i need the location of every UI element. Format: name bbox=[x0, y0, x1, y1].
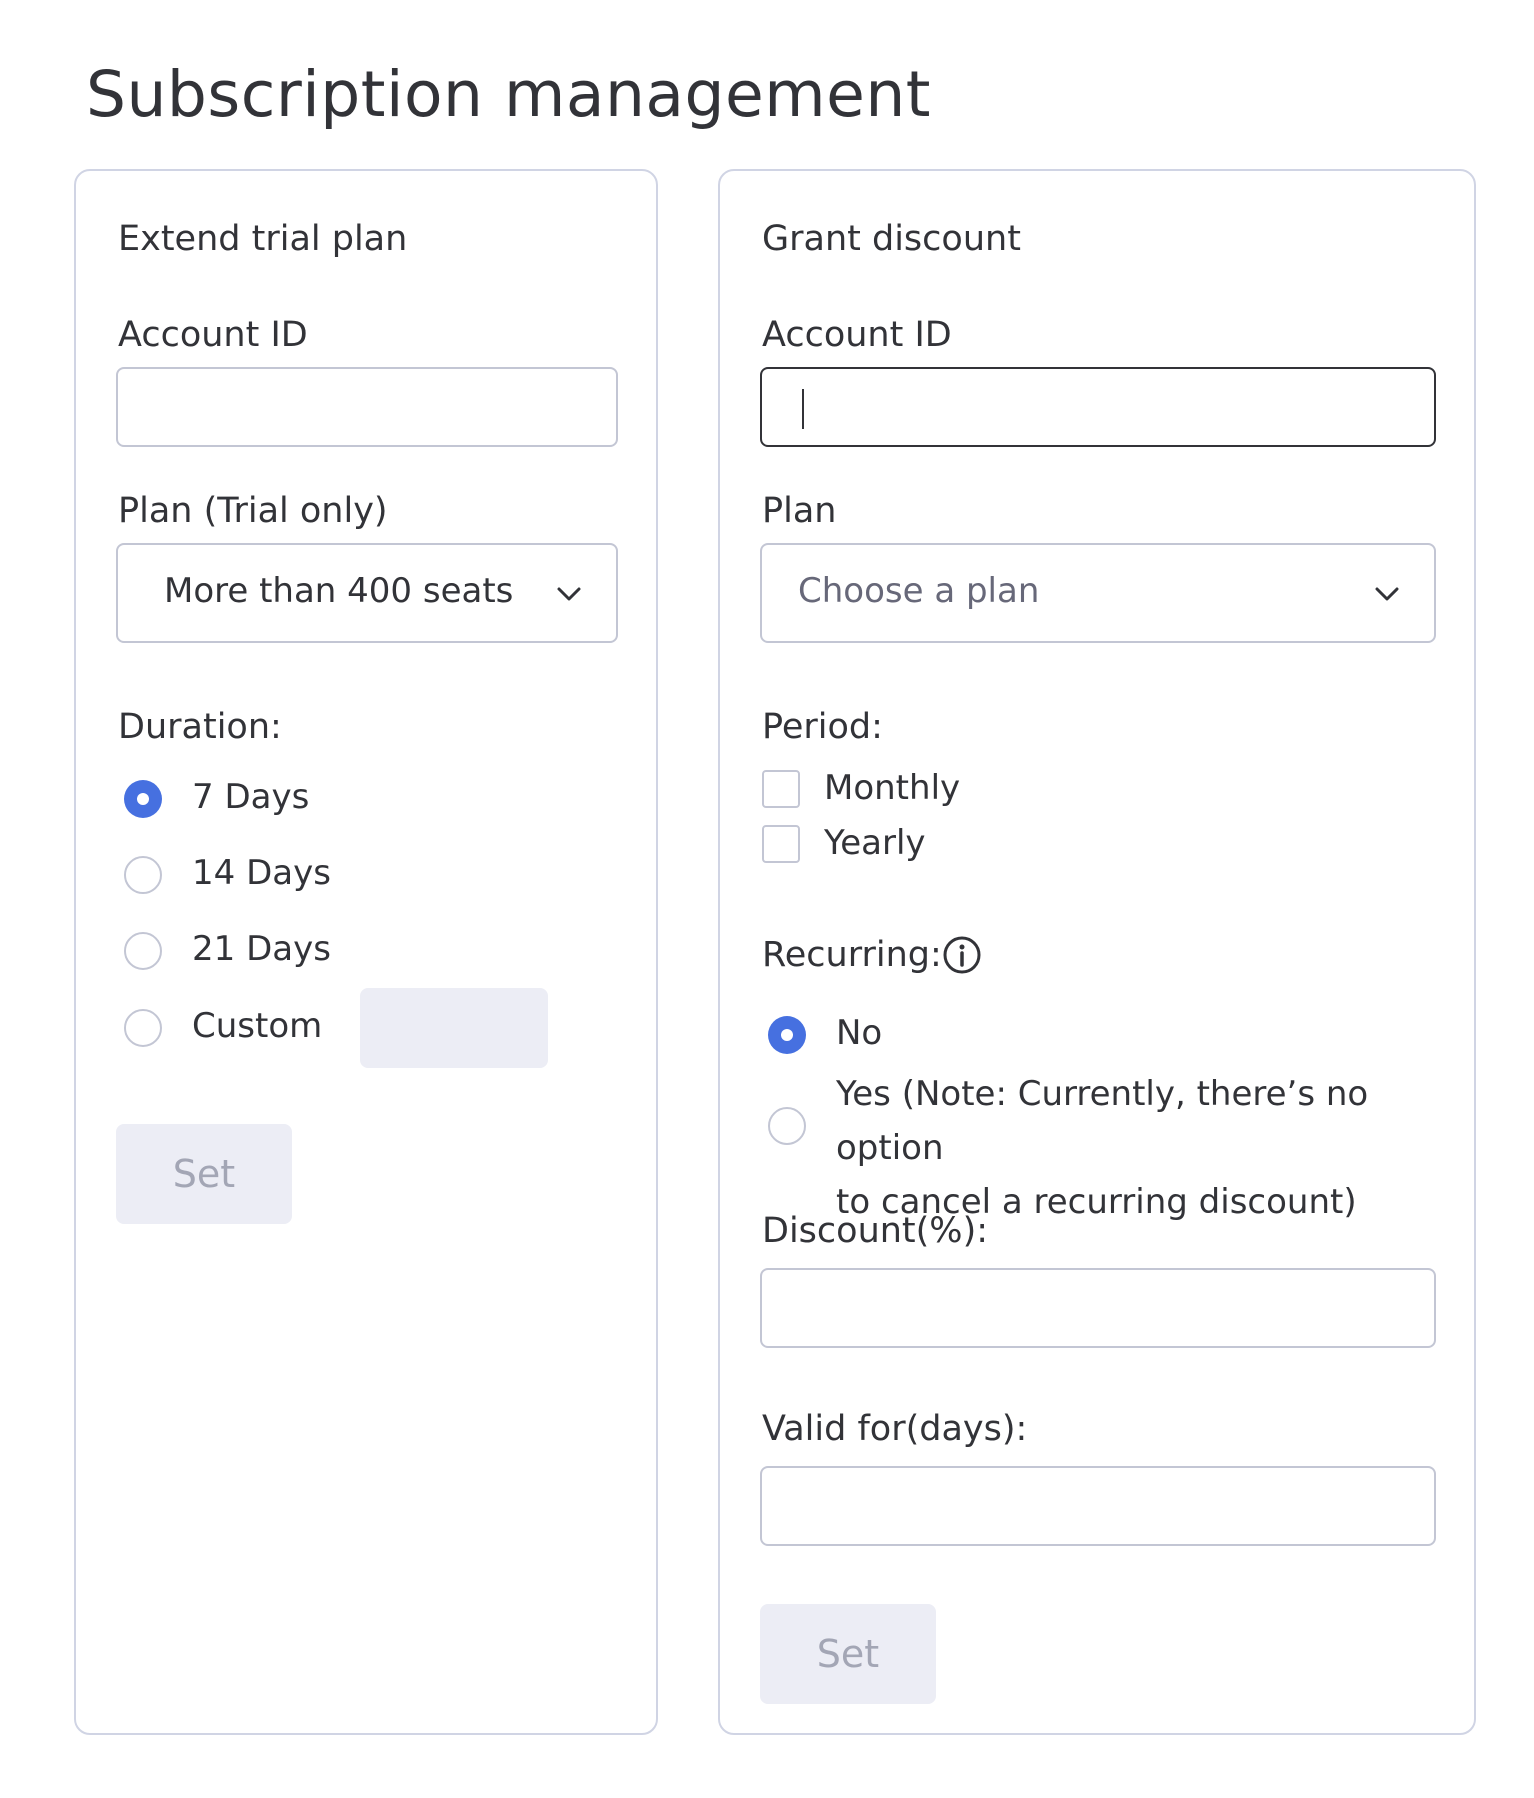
chevron-down-icon bbox=[1375, 587, 1399, 601]
discount-account-id-label: Account ID bbox=[762, 315, 952, 355]
duration-label: Duration: bbox=[118, 707, 282, 747]
valid-for-label: Valid for(days): bbox=[762, 1409, 1028, 1449]
trial-plan-selected-value: More than 400 seats - Yearly bbox=[164, 571, 524, 611]
trial-plan-label: Plan (Trial only) bbox=[118, 491, 388, 531]
radio-custom[interactable] bbox=[124, 1009, 162, 1047]
custom-days-input[interactable] bbox=[360, 988, 548, 1068]
radio-7-days[interactable] bbox=[124, 780, 162, 818]
page-title: Subscription management bbox=[86, 58, 931, 131]
trial-plan-select[interactable]: More than 400 seats - Yearly bbox=[116, 543, 618, 643]
radio-custom-label: Custom bbox=[192, 1006, 323, 1046]
discount-percent-label: Discount(%): bbox=[762, 1211, 989, 1251]
grant-discount-card: Grant discount Account ID Plan Choose a … bbox=[718, 169, 1476, 1735]
radio-recurring-yes[interactable] bbox=[768, 1107, 806, 1145]
discount-account-id-input[interactable] bbox=[760, 367, 1436, 447]
radio-21-days[interactable] bbox=[124, 932, 162, 970]
trial-account-id-input[interactable] bbox=[116, 367, 618, 447]
discount-set-button[interactable]: Set bbox=[760, 1604, 936, 1704]
text-caret bbox=[802, 389, 804, 429]
radio-recurring-no-label: No bbox=[836, 1013, 883, 1053]
discount-plan-label: Plan bbox=[762, 491, 837, 531]
radio-recurring-no[interactable] bbox=[768, 1016, 806, 1054]
checkbox-yearly[interactable] bbox=[762, 825, 800, 863]
radio-21-days-label: 21 Days bbox=[192, 929, 331, 969]
radio-14-days[interactable] bbox=[124, 856, 162, 894]
radio-recurring-yes-label: Yes (Note: Currently, there’s no option … bbox=[836, 1067, 1474, 1229]
discount-plan-select[interactable]: Choose a plan bbox=[760, 543, 1436, 643]
radio-14-days-label: 14 Days bbox=[192, 853, 331, 893]
chevron-down-icon bbox=[557, 587, 581, 601]
info-icon[interactable] bbox=[942, 935, 982, 975]
period-label: Period: bbox=[762, 707, 883, 747]
recurring-label: Recurring: bbox=[762, 935, 942, 975]
radio-7-days-label: 7 Days bbox=[192, 777, 310, 817]
trial-set-button[interactable]: Set bbox=[116, 1124, 292, 1224]
checkbox-monthly-label: Monthly bbox=[824, 768, 961, 808]
extend-trial-title: Extend trial plan bbox=[118, 219, 408, 259]
grant-discount-title: Grant discount bbox=[762, 219, 1021, 259]
checkbox-yearly-label: Yearly bbox=[824, 823, 926, 863]
extend-trial-card: Extend trial plan Account ID Plan (Trial… bbox=[74, 169, 658, 1735]
trial-account-id-label: Account ID bbox=[118, 315, 308, 355]
discount-percent-input[interactable] bbox=[760, 1268, 1436, 1348]
checkbox-monthly[interactable] bbox=[762, 770, 800, 808]
valid-for-input[interactable] bbox=[760, 1466, 1436, 1546]
discount-plan-placeholder: Choose a plan bbox=[798, 571, 1040, 611]
recurring-yes-line-1: Yes (Note: Currently, there’s no option bbox=[836, 1074, 1369, 1168]
